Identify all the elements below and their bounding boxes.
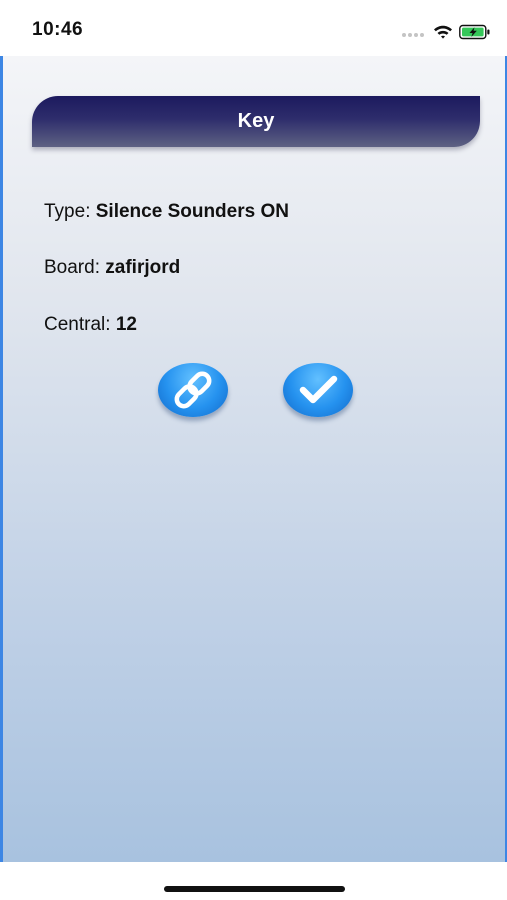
central-row: Central: 12: [44, 314, 137, 336]
home-indicator[interactable]: [164, 886, 345, 892]
link-button[interactable]: [158, 363, 228, 417]
app-screen: 10:46 Key Type: Silence Sounders ON Boar…: [0, 0, 507, 900]
type-label: Type:: [44, 201, 96, 222]
type-value: Silence Sounders ON: [95, 201, 289, 222]
battery-charging-icon: [459, 24, 490, 40]
board-label: Board:: [44, 257, 106, 278]
wifi-icon: [434, 25, 452, 39]
content-panel: Key Type: Silence Sounders ON Board: zaf…: [0, 56, 507, 862]
board-row: Board: zafirjord: [44, 257, 180, 279]
bottom-area: [0, 862, 507, 900]
page-title: Key: [237, 110, 275, 132]
central-label: Central:: [44, 314, 116, 335]
status-time: 10:46: [32, 19, 84, 40]
board-value: zafirjord: [105, 257, 181, 278]
central-value: 12: [115, 314, 137, 335]
header-bar: Key: [32, 96, 480, 147]
cellular-signal-icon: [402, 33, 426, 37]
confirm-button[interactable]: [283, 363, 353, 417]
type-row: Type: Silence Sounders ON: [44, 201, 289, 223]
status-bar: 10:46: [0, 0, 507, 56]
checkmark-icon: [299, 375, 338, 404]
link-icon: [174, 371, 212, 409]
